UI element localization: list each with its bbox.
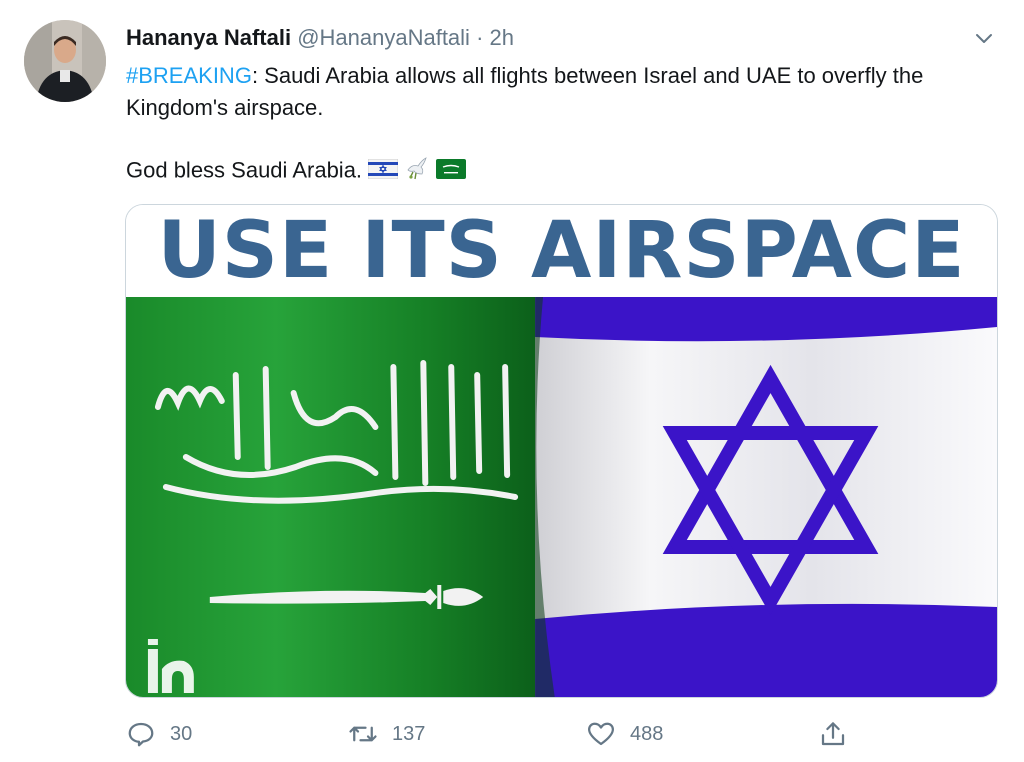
retweet-button[interactable]: 137: [348, 712, 425, 756]
saudi-flag-icon: [436, 156, 467, 188]
dove-icon: [404, 154, 430, 189]
tweet-text-blessing: God bless Saudi Arabia.: [126, 157, 363, 183]
tweet-media-image[interactable]: USE ITS AIRSPACE: [125, 204, 998, 698]
share-button[interactable]: [818, 712, 848, 756]
tweet-text-line-1: #BREAKING: Saudi Arabia allows all fligh…: [126, 60, 1006, 124]
hashtag-link[interactable]: #BREAKING: [126, 63, 252, 88]
separator-dot: ·: [476, 25, 484, 50]
media-banner: USE ITS AIRSPACE: [126, 205, 997, 297]
author-avatar[interactable]: [24, 20, 106, 102]
retweet-count: 137: [392, 722, 426, 745]
author-name[interactable]: Hananya Naftali: [126, 25, 291, 50]
author-handle[interactable]: @HananyaNaftali: [297, 25, 470, 50]
tweet-timestamp[interactable]: 2h: [490, 25, 514, 50]
like-count: 488: [630, 722, 664, 745]
tweet-header: Hananya Naftali @HananyaNaftali · 2h: [126, 24, 1004, 52]
retweet-icon: [349, 726, 377, 742]
heart-icon: [588, 722, 614, 746]
media-headline: USE ITS AIRSPACE: [157, 206, 966, 296]
tweet-text-line-2: God bless Saudi Arabia.: [126, 154, 1006, 189]
reply-button[interactable]: 30: [126, 712, 192, 756]
tweet-text: #BREAKING: Saudi Arabia allows all fligh…: [126, 60, 1006, 189]
chevron-down-icon[interactable]: [972, 26, 996, 50]
reply-icon: [128, 722, 154, 747]
like-button[interactable]: 488: [586, 712, 663, 756]
tweet-action-bar: 30 137 488: [126, 712, 866, 756]
israel-flag-icon: [367, 156, 399, 188]
share-icon: [821, 722, 845, 746]
flags-illustration: [126, 297, 997, 697]
reply-count: 30: [170, 722, 193, 745]
